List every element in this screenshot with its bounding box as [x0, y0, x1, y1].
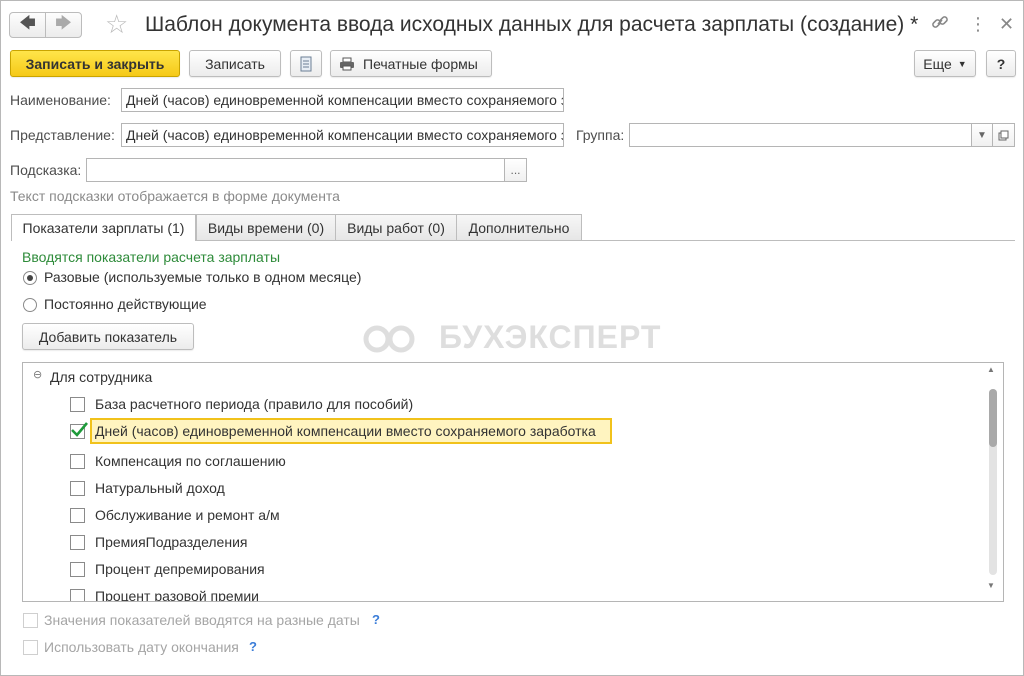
scrollbar-thumb[interactable]	[989, 389, 997, 447]
open-window-icon	[998, 130, 1009, 140]
add-indicator-button[interactable]: Добавить показатель	[22, 323, 194, 350]
more-label: Еще	[923, 55, 952, 72]
indicator-checkbox[interactable]	[70, 535, 85, 550]
list-item[interactable]: Процент разовой премии	[95, 588, 259, 601]
print-forms-label: Печатные формы	[363, 55, 478, 72]
arrow-left-icon: 🡄	[19, 14, 36, 32]
indicator-checkbox[interactable]	[70, 397, 85, 412]
hint-label: Подсказка:	[10, 162, 82, 178]
star-icon[interactable]: ☆	[105, 9, 128, 39]
indicators-caption: Вводятся показатели расчета зарплаты	[22, 249, 281, 265]
list-item[interactable]: База расчетного периода (правило для пос…	[95, 396, 413, 412]
presentation-input[interactable]: Дней (часов) единовременной компенсации …	[121, 123, 564, 147]
more-menu-button[interactable]: Еще ▼	[914, 50, 976, 77]
indicator-checkbox[interactable]	[70, 562, 85, 577]
list-item[interactable]: Натуральный доход	[95, 480, 225, 496]
scroll-down-icon[interactable]: ▼	[987, 581, 995, 590]
indicator-checkbox[interactable]	[70, 481, 85, 496]
list-item[interactable]: Компенсация по соглашению	[95, 453, 286, 469]
scroll-up-icon[interactable]: ▲	[987, 365, 995, 374]
radio-permanent[interactable]	[23, 298, 37, 312]
group-title: Для сотрудника	[50, 369, 153, 385]
list-item[interactable]: Дней (часов) единовременной компенсации …	[95, 423, 596, 439]
name-label: Наименование:	[10, 92, 111, 108]
hint-select-button[interactable]: ...	[504, 158, 527, 182]
indicator-checkbox[interactable]	[70, 422, 88, 439]
caret-down-icon: ▼	[957, 58, 967, 69]
watermark-text: БУХЭКСПЕРТ	[439, 319, 662, 355]
form-window: 🡄 🡆 ☆ Шаблон документа ввода исходных да…	[0, 0, 1024, 676]
link-icon[interactable]	[931, 13, 949, 36]
tab-salary-indicators[interactable]: Показатели зарплаты (1)	[11, 214, 196, 241]
tab-additional[interactable]: Дополнительно	[456, 214, 582, 240]
save-button[interactable]: Записать	[189, 50, 281, 77]
list-item[interactable]: ПремияПодразделения	[95, 534, 247, 550]
document-list-icon	[300, 56, 312, 71]
list-item[interactable]: Процент депремирования	[95, 561, 265, 577]
document-list-button[interactable]	[290, 50, 322, 77]
arrow-right-icon: 🡆	[55, 14, 72, 32]
different-dates-checkbox[interactable]	[23, 613, 38, 628]
group-open-button[interactable]	[993, 123, 1015, 147]
indicator-checkbox[interactable]	[70, 589, 85, 601]
group-input[interactable]	[629, 123, 972, 147]
forward-button[interactable]: 🡆	[45, 12, 82, 38]
more-vertical-icon[interactable]: ⋮	[969, 13, 987, 35]
checkmark-icon	[71, 422, 88, 437]
printer-icon	[340, 57, 354, 70]
name-input[interactable]: Дней (часов) единовременной компенсации …	[121, 88, 564, 112]
indicator-checkbox[interactable]	[70, 508, 85, 523]
indicator-checkbox[interactable]	[70, 454, 85, 469]
use-end-date-label: Использовать дату окончания	[44, 639, 239, 655]
help-button[interactable]: ?	[986, 50, 1016, 77]
print-forms-button[interactable]: Печатные формы	[330, 50, 492, 77]
tab-time-types[interactable]: Виды времени (0)	[196, 214, 336, 240]
presentation-label: Представление:	[10, 127, 115, 143]
hint-input[interactable]	[86, 158, 505, 182]
radio-one-time-label[interactable]: Разовые (используемые только в одном мес…	[44, 269, 361, 285]
indicator-list[interactable]: ⊖ Для сотрудника База расчетного периода…	[22, 362, 1004, 602]
group-label: Группа:	[576, 127, 625, 143]
different-dates-label: Значения показателей вводятся на разные …	[44, 612, 360, 628]
list-item[interactable]: Обслуживание и ремонт а/м	[95, 507, 280, 523]
close-icon[interactable]: ✕	[999, 13, 1014, 35]
tab-work-types[interactable]: Виды работ (0)	[335, 214, 457, 240]
help-mark[interactable]: ?	[372, 612, 380, 627]
use-end-date-checkbox[interactable]	[23, 640, 38, 655]
watermark-logo-icon	[363, 325, 415, 353]
radio-permanent-label[interactable]: Постоянно действующие	[44, 296, 207, 312]
hint-note: Текст подсказки отображается в форме док…	[10, 188, 340, 204]
help-mark[interactable]: ?	[249, 639, 257, 654]
caret-down-icon: ▼	[977, 129, 987, 141]
collapse-icon[interactable]: ⊖	[33, 368, 42, 381]
save-and-close-button[interactable]: Записать и закрыть	[10, 50, 180, 77]
window-title: Шаблон документа ввода исходных данных д…	[145, 13, 919, 36]
group-dropdown-button[interactable]: ▼	[971, 123, 993, 147]
radio-one-time[interactable]	[23, 271, 37, 285]
back-button[interactable]: 🡄	[9, 12, 46, 38]
